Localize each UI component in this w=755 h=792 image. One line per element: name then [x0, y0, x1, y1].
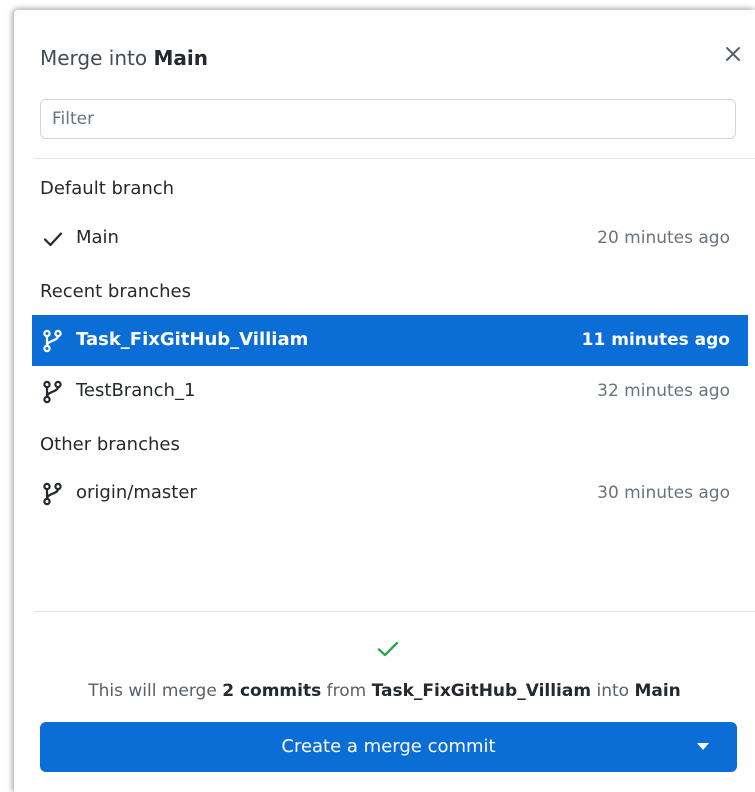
branch-name: Main — [76, 227, 119, 248]
branch-time: 11 minutes ago — [581, 330, 730, 350]
success-check-icon — [377, 641, 399, 657]
merge-into-word: into — [596, 681, 630, 701]
git-branch-icon — [43, 380, 62, 404]
git-branch-icon — [43, 329, 62, 353]
divider-top — [34, 158, 755, 159]
merge-summary: This will merge 2 commits from Task_FixG… — [14, 681, 755, 701]
create-merge-commit-button[interactable]: Create a merge commit — [40, 722, 737, 772]
divider-bottom — [34, 611, 755, 612]
merge-commit-count: 2 commits — [222, 681, 322, 701]
branch-time: 30 minutes ago — [597, 483, 730, 503]
merge-dialog: Merge into Main Default branch Main 20 m… — [14, 10, 755, 792]
branch-name: origin/master — [76, 482, 197, 503]
branch-time: 20 minutes ago — [597, 228, 730, 248]
git-branch-icon — [43, 482, 62, 506]
branch-row-testbranch-1[interactable]: TestBranch_1 32 minutes ago — [32, 366, 748, 417]
branch-row-task-fixgithub-villiam[interactable]: Task_FixGitHub_Villiam 11 minutes ago — [32, 315, 748, 366]
section-label-default: Default branch — [40, 178, 175, 199]
section-label-other: Other branches — [40, 434, 180, 455]
caret-down-icon[interactable] — [697, 743, 709, 751]
check-icon — [43, 232, 63, 247]
section-label-recent: Recent branches — [40, 281, 191, 302]
close-icon — [726, 47, 740, 61]
branch-name: Task_FixGitHub_Villiam — [76, 329, 309, 350]
filter-box — [40, 99, 736, 139]
branch-row-main[interactable]: Main 20 minutes ago — [32, 213, 748, 264]
merge-from-word: from — [326, 681, 367, 701]
filter-input[interactable] — [41, 100, 735, 138]
title-prefix: Merge into — [40, 46, 148, 70]
merge-source-branch: Task_FixGitHub_Villiam — [371, 681, 592, 701]
merge-target-branch: Main — [634, 681, 681, 701]
dialog-title: Merge into Main — [40, 46, 208, 70]
merge-prefix: This will merge — [88, 681, 217, 701]
branch-name: TestBranch_1 — [76, 380, 196, 401]
branch-row-origin-master[interactable]: origin/master 30 minutes ago — [32, 468, 748, 519]
close-button[interactable] — [719, 40, 747, 68]
title-branch: Main — [153, 46, 208, 70]
branch-time: 32 minutes ago — [597, 381, 730, 401]
merge-button-label: Create a merge commit — [281, 736, 496, 757]
